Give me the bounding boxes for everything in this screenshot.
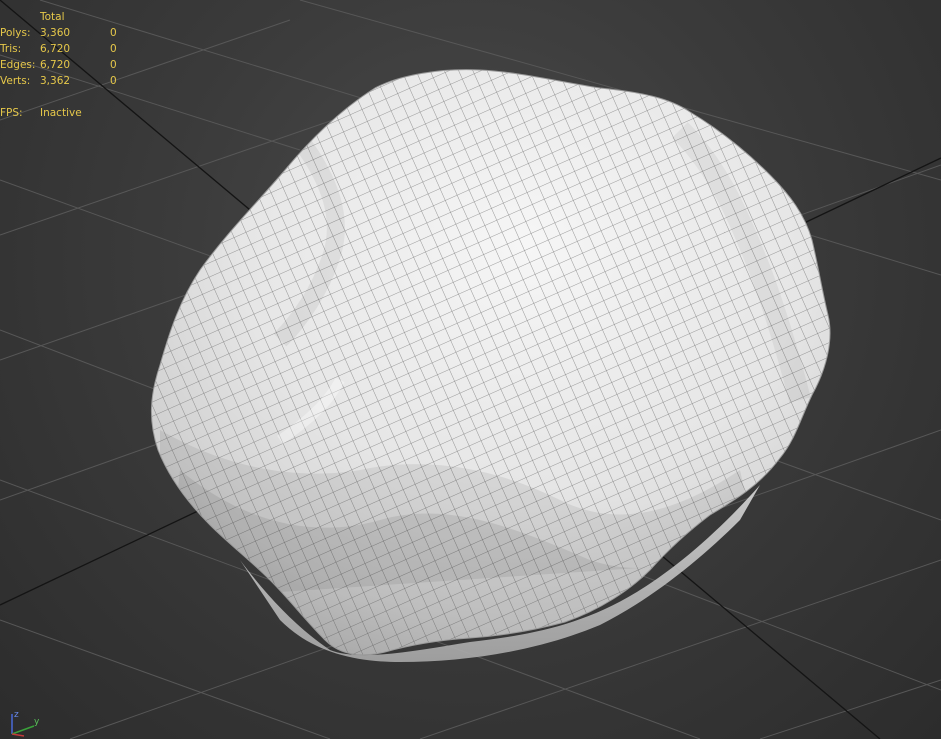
stats-label: Polys: (0, 27, 31, 39)
viewport-scene[interactable] (0, 0, 941, 739)
stats-selected-value: 0 (110, 75, 117, 87)
stats-total-value: 6,720 (40, 43, 71, 55)
stats-label: Tris: (0, 43, 22, 55)
fps-value: Inactive (40, 107, 82, 119)
stats-total-value: 3,360 (40, 27, 71, 39)
axis-z-label: z (14, 710, 19, 720)
fps-label: FPS: (0, 107, 23, 119)
axis-y-label: y (34, 717, 40, 727)
stats-label: Verts: (0, 75, 31, 87)
rock-mesh[interactable] (100, 40, 880, 680)
axis-tripod-icon: z y (11, 710, 40, 737)
stats-selected-value: 0 (110, 59, 117, 71)
stats-total-value: 3,362 (40, 75, 71, 87)
stats-selected-value: 0 (110, 43, 117, 55)
perspective-viewport[interactable]: Total Polys: 3,360 0 Tris: 6,720 0 Edges… (0, 0, 941, 739)
stats-header-total: Total (40, 11, 65, 23)
stats-label: Edges: (0, 59, 36, 71)
stats-total-value: 6,720 (40, 59, 71, 71)
stats-selected-value: 0 (110, 27, 117, 39)
